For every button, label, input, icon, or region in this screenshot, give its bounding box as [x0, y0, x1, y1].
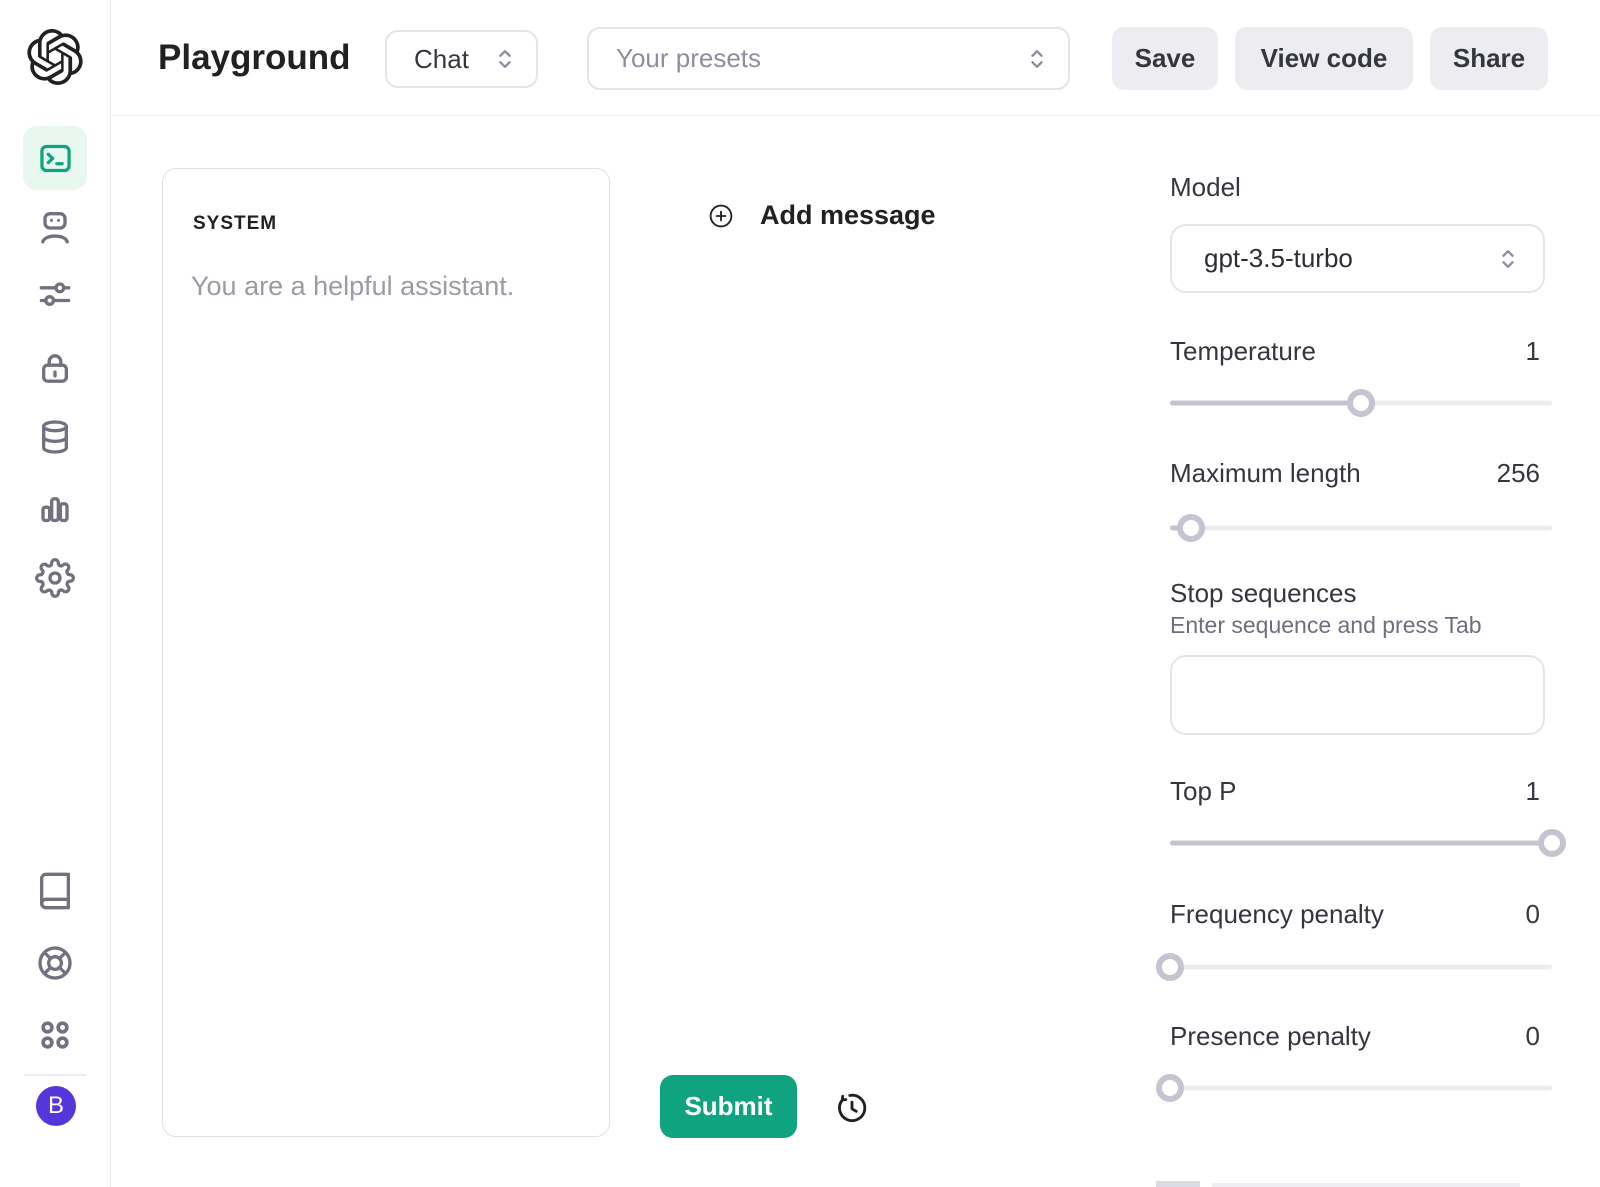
- sidebar-item-fine-tuning[interactable]: [35, 275, 75, 315]
- slider-thumb[interactable]: [1156, 1074, 1184, 1102]
- presence-penalty-label: Presence penalty: [1170, 1021, 1371, 1051]
- slider-track: [1170, 1085, 1552, 1091]
- chevron-updown-icon: [1502, 249, 1514, 268]
- presence-penalty-slider[interactable]: [1156, 1074, 1552, 1102]
- sidebar-item-settings[interactable]: [35, 558, 75, 598]
- plus-circle-icon: [709, 204, 733, 227]
- view-code-button[interactable]: View code: [1235, 27, 1413, 90]
- sidebar-item-usage[interactable]: [35, 488, 75, 528]
- slider-track: [1170, 840, 1552, 846]
- add-message-button[interactable]: Add message: [708, 200, 936, 231]
- history-icon: [838, 1093, 867, 1122]
- slider-thumb[interactable]: [1347, 389, 1375, 417]
- frequency-penalty-value: 0: [1525, 899, 1540, 929]
- presets-select-placeholder: Your presets: [616, 43, 762, 73]
- frequency-penalty-slider[interactable]: [1156, 953, 1552, 981]
- clipped-bottom-text: [1212, 1183, 1520, 1187]
- clipped-bottom-element: [1156, 1181, 1200, 1187]
- model-select[interactable]: gpt-3.5-turbo: [1170, 224, 1545, 293]
- openai-logo-icon: [27, 29, 83, 86]
- temperature-label: Temperature: [1170, 336, 1316, 366]
- sidebar-item-api-keys[interactable]: [35, 348, 75, 388]
- top-p-value: 1: [1525, 776, 1540, 806]
- sidebar-item-apps[interactable]: [35, 1015, 75, 1055]
- bar-chart-icon: [41, 497, 69, 523]
- sidebar-item-help[interactable]: [35, 943, 75, 983]
- mode-select[interactable]: Chat: [385, 30, 538, 88]
- top-p-slider[interactable]: [1170, 829, 1566, 857]
- grid-dots-icon: [41, 1021, 69, 1049]
- chevron-updown-icon: [499, 50, 511, 68]
- top-header: Playground Chat Your presets Save View c…: [110, 0, 1600, 116]
- frequency-penalty-label: Frequency penalty: [1170, 899, 1384, 929]
- sidebar-item-storage[interactable]: [35, 417, 75, 457]
- params-panel: Model gpt-3.5-turbo Temperature 1 Maximu…: [1156, 0, 1566, 1187]
- submit-button[interactable]: Submit: [660, 1075, 797, 1138]
- lifebuoy-icon: [38, 946, 72, 980]
- maximum-length-label: Maximum length: [1170, 458, 1361, 488]
- temperature-row: Temperature 1: [1170, 336, 1540, 367]
- stop-sequences-input[interactable]: [1170, 655, 1545, 735]
- sliders-icon: [39, 282, 71, 306]
- playground-app: B Playground Chat Your presets Save View…: [0, 0, 1600, 1187]
- frequency-penalty-row: Frequency penalty 0: [1170, 899, 1540, 930]
- slider-thumb[interactable]: [1538, 829, 1566, 857]
- presence-penalty-value: 0: [1525, 1021, 1540, 1051]
- maximum-length-row: Maximum length 256: [1170, 458, 1540, 489]
- save-button[interactable]: Save: [1112, 27, 1218, 90]
- sidebar-item-assistants[interactable]: [35, 208, 75, 248]
- system-message-input[interactable]: You are a helpful assistant.: [191, 271, 589, 302]
- mode-select-value: Chat: [414, 43, 469, 74]
- slider-thumb[interactable]: [1177, 514, 1205, 542]
- database-icon: [41, 420, 69, 454]
- chevron-updown-icon: [1031, 49, 1043, 68]
- history-button[interactable]: [833, 1089, 871, 1127]
- slider-track: [1170, 525, 1552, 531]
- maximum-length-value: 256: [1496, 458, 1540, 488]
- top-p-label: Top P: [1170, 776, 1237, 806]
- openai-logo[interactable]: [27, 29, 83, 86]
- page-title: Playground: [158, 37, 351, 77]
- system-label: SYSTEM: [193, 213, 278, 234]
- sidebar: B: [0, 0, 111, 1187]
- presence-penalty-row: Presence penalty 0: [1170, 1021, 1540, 1052]
- slider-fill: [1170, 400, 1361, 406]
- slider-fill: [1170, 840, 1552, 846]
- user-avatar[interactable]: B: [36, 1086, 76, 1126]
- slider-track: [1170, 964, 1552, 970]
- temperature-value: 1: [1525, 336, 1540, 366]
- share-button[interactable]: Share: [1430, 27, 1548, 90]
- gear-icon: [35, 558, 75, 598]
- model-label: Model: [1170, 172, 1241, 202]
- lock-icon: [41, 354, 69, 383]
- terminal-icon: [39, 144, 71, 172]
- stop-sequences-label: Stop sequences: [1170, 578, 1357, 608]
- temperature-slider[interactable]: [1170, 389, 1552, 417]
- system-message-card[interactable]: SYSTEM You are a helpful assistant.: [162, 168, 610, 1137]
- presets-select[interactable]: Your presets: [587, 27, 1070, 90]
- add-message-label: Add message: [760, 200, 936, 230]
- slider-thumb[interactable]: [1156, 953, 1184, 981]
- maximum-length-slider[interactable]: [1170, 514, 1552, 542]
- sidebar-item-docs[interactable]: [35, 871, 75, 911]
- model-select-value: gpt-3.5-turbo: [1204, 243, 1353, 273]
- sidebar-divider: [24, 1074, 86, 1076]
- robot-icon: [41, 212, 69, 244]
- top-p-row: Top P 1: [1170, 776, 1540, 807]
- stop-sequences-hint: Enter sequence and press Tab: [1170, 612, 1482, 638]
- sidebar-item-playground[interactable]: [23, 126, 87, 190]
- book-icon: [40, 872, 71, 910]
